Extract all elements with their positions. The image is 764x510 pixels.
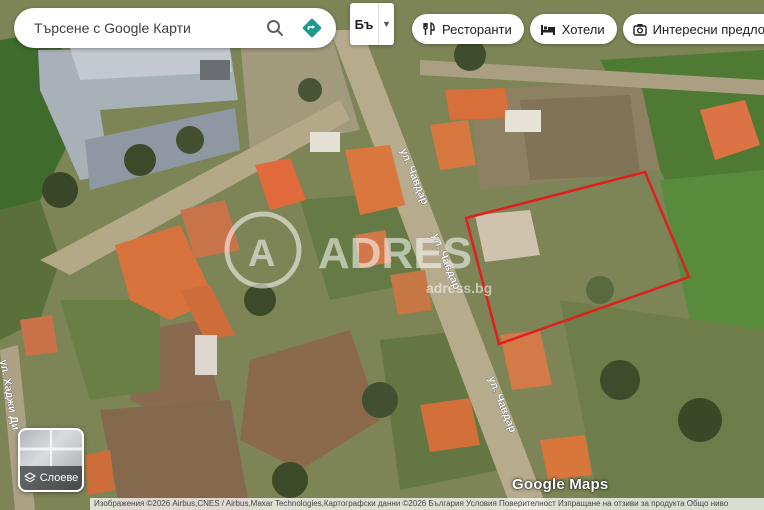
google-maps-logo: Google Maps: [512, 476, 609, 493]
layers-preview: [20, 430, 82, 468]
camera-icon: [632, 23, 647, 36]
search-icon[interactable]: [258, 11, 292, 45]
search-box: Търсене с Google Карти: [14, 8, 336, 48]
language-label: Бъ: [354, 16, 374, 32]
search-input[interactable]: Търсене с Google Карти: [34, 20, 258, 36]
fork-knife-icon: [423, 22, 435, 35]
chip-label: Хотели: [561, 21, 605, 37]
layers-icon: [23, 472, 36, 483]
chip-hotels[interactable]: Хотели: [529, 14, 617, 44]
chip-label: Интересни предлож: [652, 21, 764, 37]
layers-button[interactable]: Слоеве: [18, 428, 84, 492]
directions-icon[interactable]: [292, 11, 332, 45]
layers-label: Слоеве: [39, 472, 79, 484]
bed-icon: [540, 25, 555, 35]
attribution-bar: Изображения ©2026 Airbus,CNES / Airbus,M…: [90, 498, 764, 510]
chip-attractions[interactable]: Интересни предлож: [622, 14, 764, 44]
chip-label: Ресторанти: [442, 21, 512, 37]
layers-footer: Слоеве: [20, 466, 82, 490]
satellite-map[interactable]: A ADRES adress.bg ул. Чавдар ул. Чавдар …: [0, 0, 764, 510]
caret-down-icon: ▼: [378, 3, 394, 45]
svg-text:A: A: [248, 233, 275, 275]
category-chips: Ресторанти Хотели Интересни предлож: [412, 14, 764, 44]
chip-restaurants[interactable]: Ресторанти: [412, 14, 524, 44]
language-selector[interactable]: Бъ ▼: [350, 3, 394, 45]
